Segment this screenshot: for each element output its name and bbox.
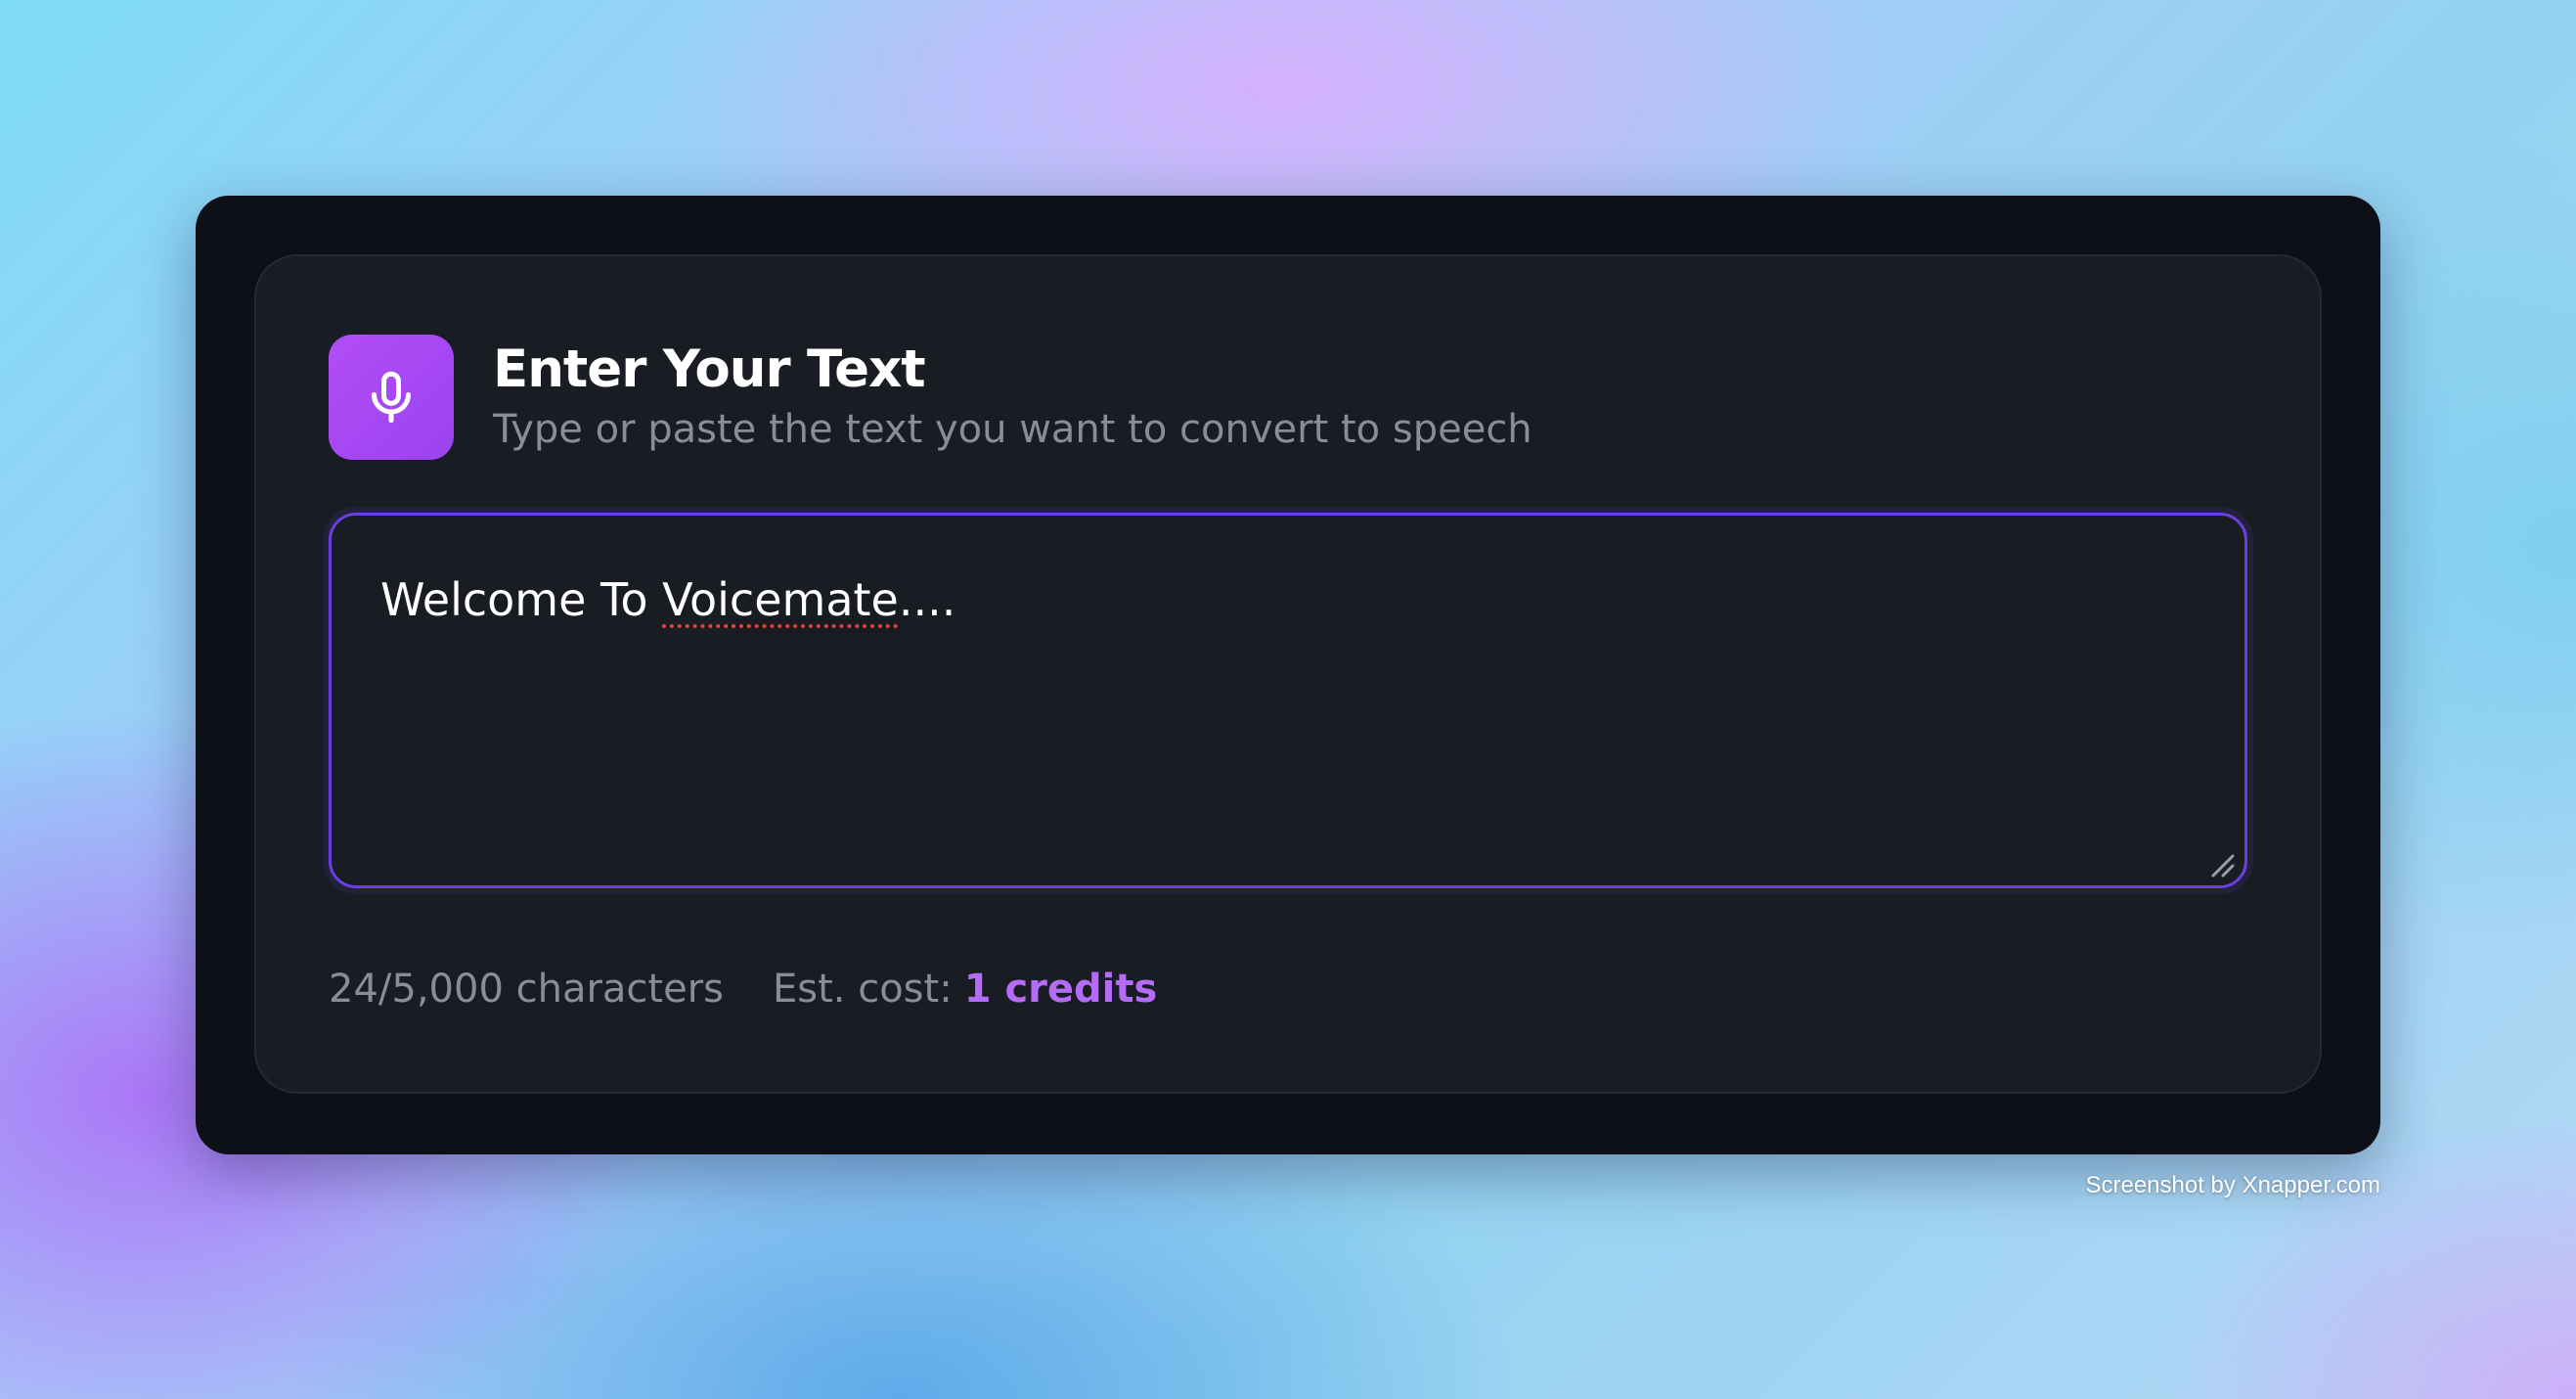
cost-label: Est. cost: (772, 967, 953, 1012)
card-header: Enter Your Text Type or paste the text y… (329, 335, 1532, 460)
header-text: Enter Your Text Type or paste the text y… (493, 339, 1532, 455)
resize-handle-icon[interactable] (2207, 850, 2235, 878)
text-input-value[interactable]: Welcome To Voicemate.... (380, 570, 955, 629)
microphone-icon (329, 335, 454, 460)
card-subtitle: Type or paste the text you want to conve… (493, 407, 1532, 452)
cost-value: 1 credits (963, 967, 1158, 1012)
text-value-suffix: .... (898, 573, 956, 626)
watermark: Screenshot by Xnapper.com (2085, 1172, 2380, 1198)
text-value-prefix: Welcome To (380, 573, 663, 626)
card-footer: 24/5,000 characters Est. cost: 1 credits (329, 967, 1157, 1012)
misspelled-word: Voicemate (662, 573, 899, 626)
card-title: Enter Your Text (493, 339, 926, 399)
app-window: Enter Your Text Type or paste the text y… (196, 196, 2380, 1154)
character-count: 24/5,000 characters (329, 967, 724, 1012)
text-input-area[interactable]: Welcome To Voicemate.... (329, 513, 2247, 888)
text-input-card: Enter Your Text Type or paste the text y… (254, 254, 2322, 1094)
